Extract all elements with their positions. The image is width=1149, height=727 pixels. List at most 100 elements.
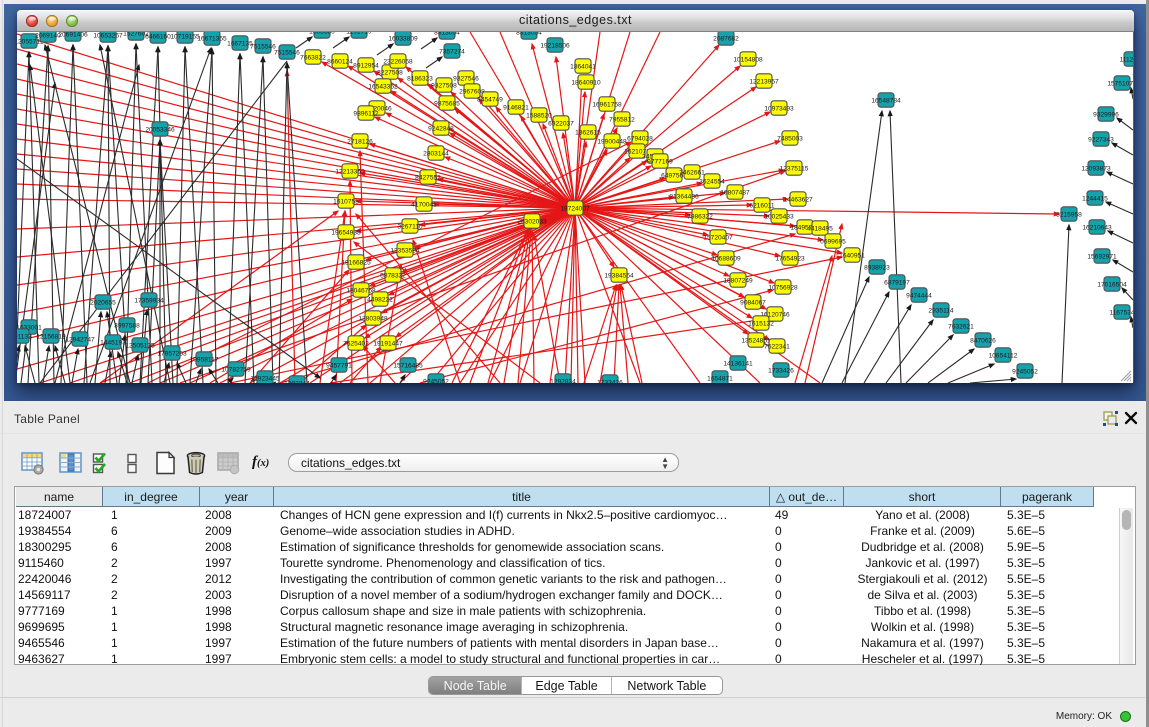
svg-text:12942747: 12942747 [65, 336, 95, 343]
svg-text:16033809: 16033809 [388, 35, 418, 42]
svg-text:2803144: 2803144 [423, 150, 449, 157]
svg-text:9329996: 9329996 [1093, 111, 1119, 118]
svg-text:16548784: 16548784 [871, 97, 901, 104]
svg-text:7522341: 7522341 [764, 343, 790, 350]
svg-text:19191447: 19191447 [373, 340, 403, 347]
svg-text:19218506: 19218506 [540, 42, 570, 49]
svg-text:10025433: 10025433 [764, 213, 794, 220]
svg-text:18807249: 18807249 [723, 277, 753, 284]
svg-text:20053346: 20053346 [145, 126, 175, 133]
svg-text:18640910: 18640910 [571, 79, 601, 86]
svg-text:12803948: 12803948 [358, 315, 388, 322]
svg-text:12353594: 12353594 [390, 247, 420, 254]
svg-text:2069140: 2069140 [35, 32, 61, 39]
svg-text:3624554: 3624554 [699, 178, 725, 185]
svg-text:15692971: 15692971 [1087, 253, 1117, 260]
svg-text:16210643: 16210643 [1082, 224, 1112, 231]
svg-text:6322037: 6322037 [548, 120, 574, 127]
svg-text:9777169: 9777169 [647, 158, 673, 165]
svg-text:7986322: 7986322 [687, 213, 713, 220]
svg-text:1445193: 1445193 [100, 339, 126, 346]
svg-text:10973493: 10973493 [764, 105, 794, 112]
svg-text:9245052: 9245052 [423, 378, 449, 383]
svg-text:12213369: 12213369 [335, 168, 365, 175]
svg-text:6216011: 6216011 [749, 202, 775, 209]
svg-text:8427552: 8427552 [415, 174, 441, 181]
svg-text:18724007: 18724007 [560, 205, 590, 212]
svg-text:12213957: 12213957 [749, 78, 779, 85]
svg-text:6466160: 6466160 [145, 33, 171, 40]
svg-text:1191719: 1191719 [346, 32, 372, 35]
svg-text:8470626: 8470626 [970, 337, 996, 344]
svg-text:17654923: 17654923 [775, 255, 805, 262]
svg-text:991133: 991133 [17, 333, 32, 340]
svg-text:1733426: 1733426 [597, 379, 623, 383]
svg-text:12375115: 12375115 [780, 165, 809, 172]
svg-text:1112054: 1112054 [1120, 56, 1133, 63]
svg-text:8813054: 8813054 [434, 32, 460, 36]
svg-text:2020655: 2020655 [90, 299, 116, 306]
svg-text:19654938: 19654938 [331, 229, 361, 236]
svg-text:9084067: 9084067 [740, 299, 766, 306]
svg-text:4418495: 4418495 [807, 225, 833, 232]
svg-text:8186323: 8186323 [407, 75, 433, 82]
svg-text:1362615: 1362615 [575, 129, 601, 136]
svg-text:14463627: 14463627 [783, 196, 813, 203]
svg-text:16543362: 16543362 [368, 83, 398, 90]
svg-text:17359934: 17359934 [134, 297, 164, 304]
svg-text:16961758: 16961758 [592, 101, 622, 108]
svg-text:3267110: 3267110 [397, 223, 423, 230]
svg-text:10756928: 10756928 [768, 284, 798, 291]
svg-text:7485003: 7485003 [777, 135, 803, 142]
svg-text:23226058: 23226058 [383, 58, 413, 65]
svg-text:10154808: 10154808 [733, 56, 763, 63]
svg-text:9457791: 9457791 [326, 362, 352, 369]
svg-text:8660124: 8660124 [327, 58, 353, 65]
svg-text:9227343: 9227343 [1088, 136, 1114, 143]
svg-text:17957253: 17957253 [157, 350, 187, 357]
svg-text:7357274: 7357274 [439, 48, 465, 55]
svg-text:1292834: 1292834 [550, 378, 576, 383]
svg-text:7632621: 7632621 [948, 323, 974, 330]
svg-text:7663822: 7663822 [300, 54, 326, 61]
svg-text:7515546: 7515546 [250, 43, 276, 50]
svg-text:17016504: 17016504 [1097, 281, 1127, 288]
svg-text:9875685: 9875685 [434, 100, 460, 107]
svg-text:1610755: 1610755 [333, 198, 359, 205]
svg-text:9474444: 9474444 [906, 292, 932, 299]
svg-text:2087682: 2087682 [713, 35, 739, 42]
svg-text:4498222: 4498222 [367, 296, 393, 303]
svg-text:1733426: 1733426 [768, 367, 794, 374]
svg-text:6879197: 6879197 [884, 279, 910, 286]
svg-text:6794028: 6794028 [627, 135, 653, 142]
svg-text:7515546: 7515546 [274, 49, 300, 56]
svg-text:2935114: 2935114 [928, 307, 954, 314]
svg-text:2718126: 2718126 [347, 138, 373, 145]
svg-text:9327546: 9327546 [453, 75, 479, 82]
svg-text:0699695: 0699695 [820, 238, 846, 245]
svg-text:15751074: 15751074 [1107, 80, 1133, 87]
svg-text:8938923: 8938923 [864, 264, 890, 271]
svg-text:10688609: 10688609 [711, 255, 741, 262]
svg-text:1588520: 1588520 [526, 112, 552, 119]
svg-text:10654112: 10654112 [989, 352, 1018, 359]
svg-text:12923445: 12923445 [250, 375, 280, 382]
svg-text:5878332: 5878332 [380, 272, 406, 279]
svg-text:8813054: 8813054 [516, 32, 542, 36]
svg-text:1167534: 1167534 [1109, 309, 1133, 316]
svg-text:9896112: 9896112 [353, 110, 379, 117]
svg-text:15046768: 15046768 [346, 287, 376, 294]
svg-text:7625402: 7625402 [343, 340, 369, 347]
svg-text:10719155: 10719155 [170, 33, 200, 40]
svg-text:7955812: 7955812 [609, 116, 635, 123]
svg-text:15716485: 15716485 [393, 362, 423, 369]
svg-text:12156819: 12156819 [36, 333, 66, 340]
svg-text:3997588: 3997588 [114, 322, 140, 329]
svg-text:19166825: 19166825 [341, 259, 371, 266]
svg-text:1292344: 1292344 [284, 380, 310, 383]
svg-text:4170041: 4170041 [411, 201, 437, 208]
svg-text:10958117: 10958117 [190, 356, 219, 363]
svg-text:9245052: 9245052 [1012, 368, 1038, 375]
svg-text:21364436: 21364436 [669, 193, 699, 200]
svg-text:12505135: 12505135 [125, 342, 155, 349]
